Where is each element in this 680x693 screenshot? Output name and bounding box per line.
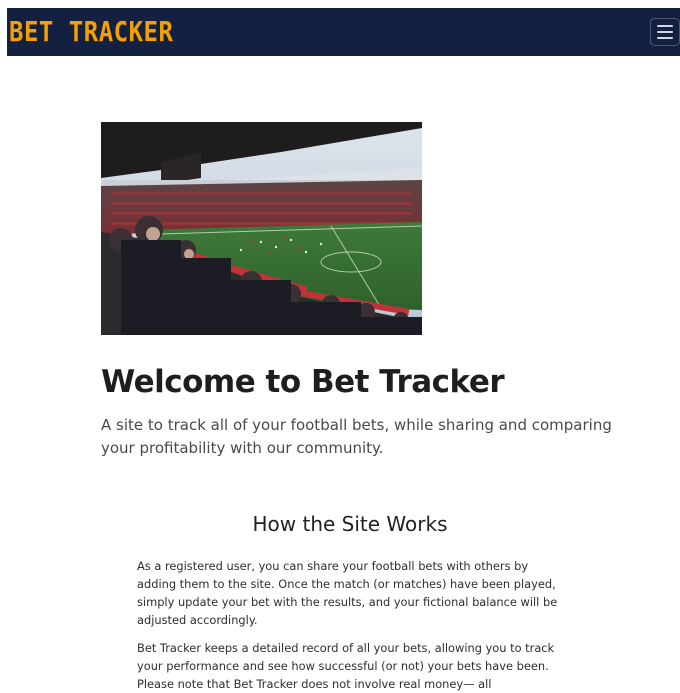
paragraph-share-bets: As a registered user, you can share your… (137, 559, 558, 627)
navbar-toggler-button[interactable] (650, 18, 680, 46)
page-title: Welcome to Bet Tracker (101, 364, 505, 400)
navbar: BET TRACKER (7, 8, 680, 56)
stadium-crowd-photo (101, 122, 422, 335)
hamburger-menu-icon (657, 25, 673, 27)
paragraph-track-record: Bet Tracker keeps a detailed record of a… (137, 641, 555, 691)
section-title-how-it-works: How the Site Works (252, 512, 448, 536)
hero-image (101, 122, 422, 335)
lead-text: A site to track all of your football bet… (101, 416, 612, 457)
brand-logo[interactable]: BET TRACKER (7, 16, 173, 48)
